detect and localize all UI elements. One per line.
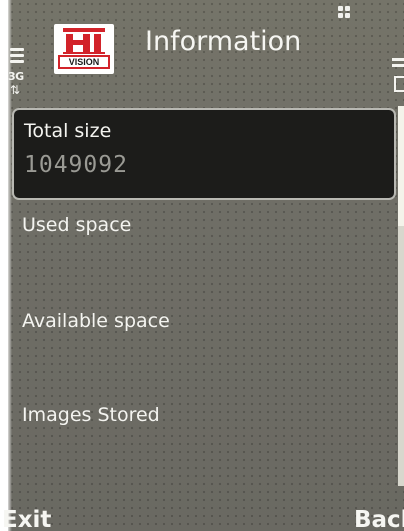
network-type-label: 3G [8,70,24,83]
list-item-used-space[interactable]: Used space [12,204,396,296]
exit-softkey[interactable]: Exit [2,504,51,531]
data-transfer-icon: ⇅ [10,83,21,97]
logo-wordmark: VISION [58,55,110,69]
list-item-images-stored[interactable]: Images Stored [12,394,396,486]
list-item-label: Available space [22,310,170,332]
list-item-label: Images Stored [22,404,160,426]
back-softkey[interactable]: Back [354,504,404,531]
list-item-label: Total size [24,120,112,142]
grid-menu-icon[interactable] [338,6,350,18]
list-item-available-space[interactable]: Available space [12,300,396,392]
page-title: Information [145,26,302,57]
list-item-label: Used space [22,214,132,236]
list-item-total-size[interactable]: Total size 1049092 [12,108,396,200]
phone-screen: 3G ⇅ VISION Information Total size 10490… [0,0,404,531]
app-logo: VISION [54,24,114,74]
list-item-value: 1049092 [24,152,128,178]
battery-icon [394,76,404,92]
scrollbar-thumb[interactable] [398,106,404,226]
hi-logo-icon [63,28,105,54]
battery-level-icon [392,58,404,70]
signal-strength-icon [10,48,24,66]
